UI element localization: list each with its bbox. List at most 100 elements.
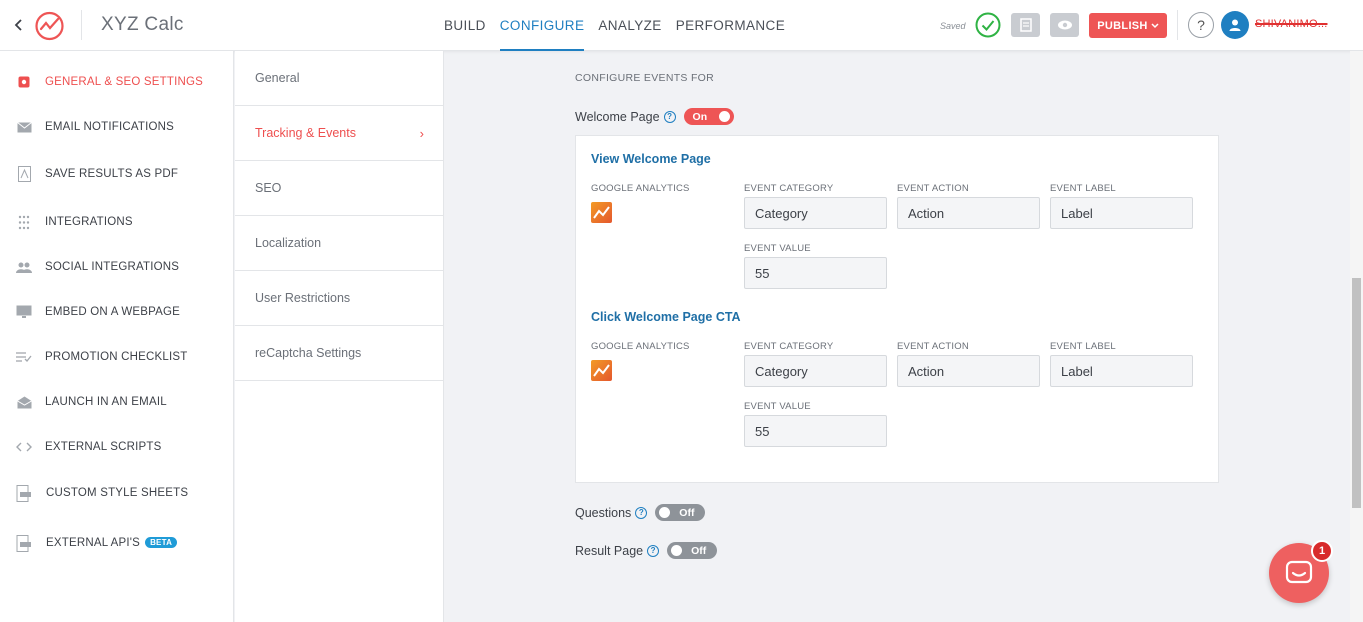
sidebar-item-external-apis[interactable]: EXTERNAL API'S BETA <box>0 528 234 558</box>
event-label-input[interactable]: Label <box>1050 355 1193 387</box>
toggle-knob <box>671 545 683 556</box>
code-brackets-icon <box>16 439 32 455</box>
app-title: XYZ Calc <box>101 14 184 35</box>
chat-unread-badge: 1 <box>1311 540 1333 562</box>
monitor-icon <box>16 304 32 320</box>
sidebar-item-label: CUSTOM STYLE SHEETS <box>46 487 189 499</box>
tab-configure[interactable]: CONFIGURE <box>499 0 585 51</box>
help-icon[interactable]: ? <box>647 544 660 557</box>
sidebar-item-integrations[interactable]: INTEGRATIONS <box>0 207 234 237</box>
event-title: View Welcome Page <box>591 152 711 166</box>
document-icon <box>1019 18 1032 32</box>
result-page-toggle[interactable]: Off <box>667 542 718 559</box>
sidebar-item-launch-email[interactable]: LAUNCH IN AN EMAIL <box>0 387 234 417</box>
sidebar-item-label: LAUNCH IN AN EMAIL <box>45 396 167 408</box>
beta-badge: BETA <box>145 537 178 548</box>
event-action-label: EVENT ACTION <box>897 183 969 194</box>
settings-submenu: General Tracking & Events › SEO Localiza… <box>235 51 444 622</box>
event-label-input[interactable]: Label <box>1050 197 1193 229</box>
app-logo-icon <box>35 11 64 41</box>
sidebar-item-label: SAVE RESULTS AS PDF <box>45 168 179 180</box>
event-value-input[interactable]: 55 <box>744 415 887 447</box>
event-category-input[interactable]: Category <box>744 355 887 387</box>
section-title: CONFIGURE EVENTS FOR <box>575 72 715 84</box>
event-action-input[interactable]: Action <box>897 197 1040 229</box>
sidebar-item-label: GENERAL & SEO SETTINGS <box>45 76 203 88</box>
sidebar-item-label: EXTERNAL SCRIPTS <box>45 441 162 453</box>
submenu-item-user-restrictions[interactable]: User Restrictions <box>235 271 444 326</box>
back-arrow-icon[interactable] <box>12 15 26 35</box>
submenu-item-tracking-events[interactable]: Tracking & Events › <box>235 106 444 161</box>
avatar[interactable] <box>1221 11 1249 39</box>
chat-bubble-icon <box>1285 560 1313 584</box>
submenu-item-localization[interactable]: Localization <box>235 216 444 271</box>
copy-button[interactable] <box>1011 13 1040 37</box>
eye-icon <box>1057 20 1072 30</box>
event-action-label: EVENT ACTION <box>897 341 969 352</box>
sidebar-item-custom-style-sheets[interactable]: CUSTOM STYLE SHEETS <box>0 478 234 508</box>
sidebar-item-label: EMBED ON A WEBPAGE <box>45 306 181 318</box>
chevron-right-icon: › <box>419 125 424 141</box>
css-file-icon <box>16 484 32 502</box>
google-analytics-icon <box>591 360 612 381</box>
toggle-state: On <box>692 110 708 123</box>
events-panel: View Welcome Page GOOGLE ANALYTICS EVENT… <box>575 135 1219 483</box>
event-action-input[interactable]: Action <box>897 355 1040 387</box>
sidebar-item-label: SOCIAL INTEGRATIONS <box>45 261 180 273</box>
event-label-label: EVENT LABEL <box>1050 341 1116 352</box>
event-title: Click Welcome Page CTA <box>591 310 741 324</box>
submenu-item-seo[interactable]: SEO <box>235 161 444 216</box>
submenu-item-general[interactable]: General <box>235 51 444 106</box>
user-icon <box>1229 19 1241 31</box>
welcome-page-toggle[interactable]: On <box>683 108 734 125</box>
event-category-label: EVENT CATEGORY <box>744 183 834 194</box>
toggle-label: Questions <box>575 505 632 520</box>
toggle-knob <box>659 507 671 518</box>
header-divider <box>81 10 82 40</box>
toggle-label: Welcome Page <box>575 109 660 124</box>
sidebar-item-label: EMAIL NOTIFICATIONS <box>45 121 175 133</box>
event-category-label: EVENT CATEGORY <box>744 341 834 352</box>
sidebar-item-save-pdf[interactable]: SAVE RESULTS AS PDF <box>0 159 234 189</box>
top-bar: XYZ Calc BUILD CONFIGURE ANALYZE PERFORM… <box>0 0 1363 51</box>
event-label-label: EVENT LABEL <box>1050 183 1116 194</box>
result-page-toggle-row: Result Page ? Off <box>575 542 718 559</box>
help-icon[interactable]: ? <box>635 506 648 519</box>
publish-label: PUBLISH <box>1097 19 1148 32</box>
open-envelope-icon <box>16 394 32 410</box>
sidebar-item-external-scripts[interactable]: EXTERNAL SCRIPTS <box>0 432 234 462</box>
sidebar-item-embed[interactable]: EMBED ON A WEBPAGE <box>0 297 234 327</box>
help-button[interactable]: ? <box>1188 12 1214 38</box>
event-category-input[interactable]: Category <box>744 197 887 229</box>
provider-label: GOOGLE ANALYTICS <box>591 341 690 352</box>
tab-analyze[interactable]: ANALYZE <box>598 0 661 51</box>
tab-build[interactable]: BUILD <box>444 0 486 51</box>
username[interactable]: SHIVANIMO... <box>1255 18 1327 30</box>
scrollbar-thumb[interactable] <box>1352 278 1361 508</box>
sidebar-item-promotion-checklist[interactable]: PROMOTION CHECKLIST <box>0 342 234 372</box>
submenu-item-recaptcha[interactable]: reCaptcha Settings <box>235 326 444 381</box>
people-icon <box>16 259 32 275</box>
toggle-state: Off <box>679 506 695 519</box>
sidebar-item-email-notifications[interactable]: EMAIL NOTIFICATIONS <box>0 112 234 142</box>
toggle-label: Result Page <box>575 543 644 558</box>
saved-status: Saved <box>940 21 966 31</box>
google-analytics-icon <box>591 202 612 223</box>
tab-performance[interactable]: PERFORMANCE <box>676 0 785 51</box>
toggle-knob <box>718 111 730 122</box>
event-value-label: EVENT VALUE <box>744 401 811 412</box>
sidebar-item-label-wrap: EXTERNAL API'S BETA <box>46 537 178 549</box>
questions-toggle-row: Questions ? Off <box>575 504 706 521</box>
sidebar-item-label: EXTERNAL API'S <box>46 537 141 549</box>
settings-square-icon <box>16 74 32 90</box>
sidebar-item-label: INTEGRATIONS <box>45 216 133 228</box>
event-value-input[interactable]: 55 <box>744 257 887 289</box>
publish-button[interactable]: PUBLISH <box>1089 13 1167 38</box>
welcome-page-toggle-row: Welcome Page ? On <box>575 108 734 125</box>
questions-toggle[interactable]: Off <box>655 504 706 521</box>
help-icon[interactable]: ? <box>663 110 676 123</box>
sidebar-item-social-integrations[interactable]: SOCIAL INTEGRATIONS <box>0 252 234 282</box>
preview-button[interactable] <box>1050 13 1079 37</box>
submenu-item-label: Tracking & Events <box>255 126 356 140</box>
sidebar-item-general-seo[interactable]: GENERAL & SEO SETTINGS <box>0 67 234 97</box>
